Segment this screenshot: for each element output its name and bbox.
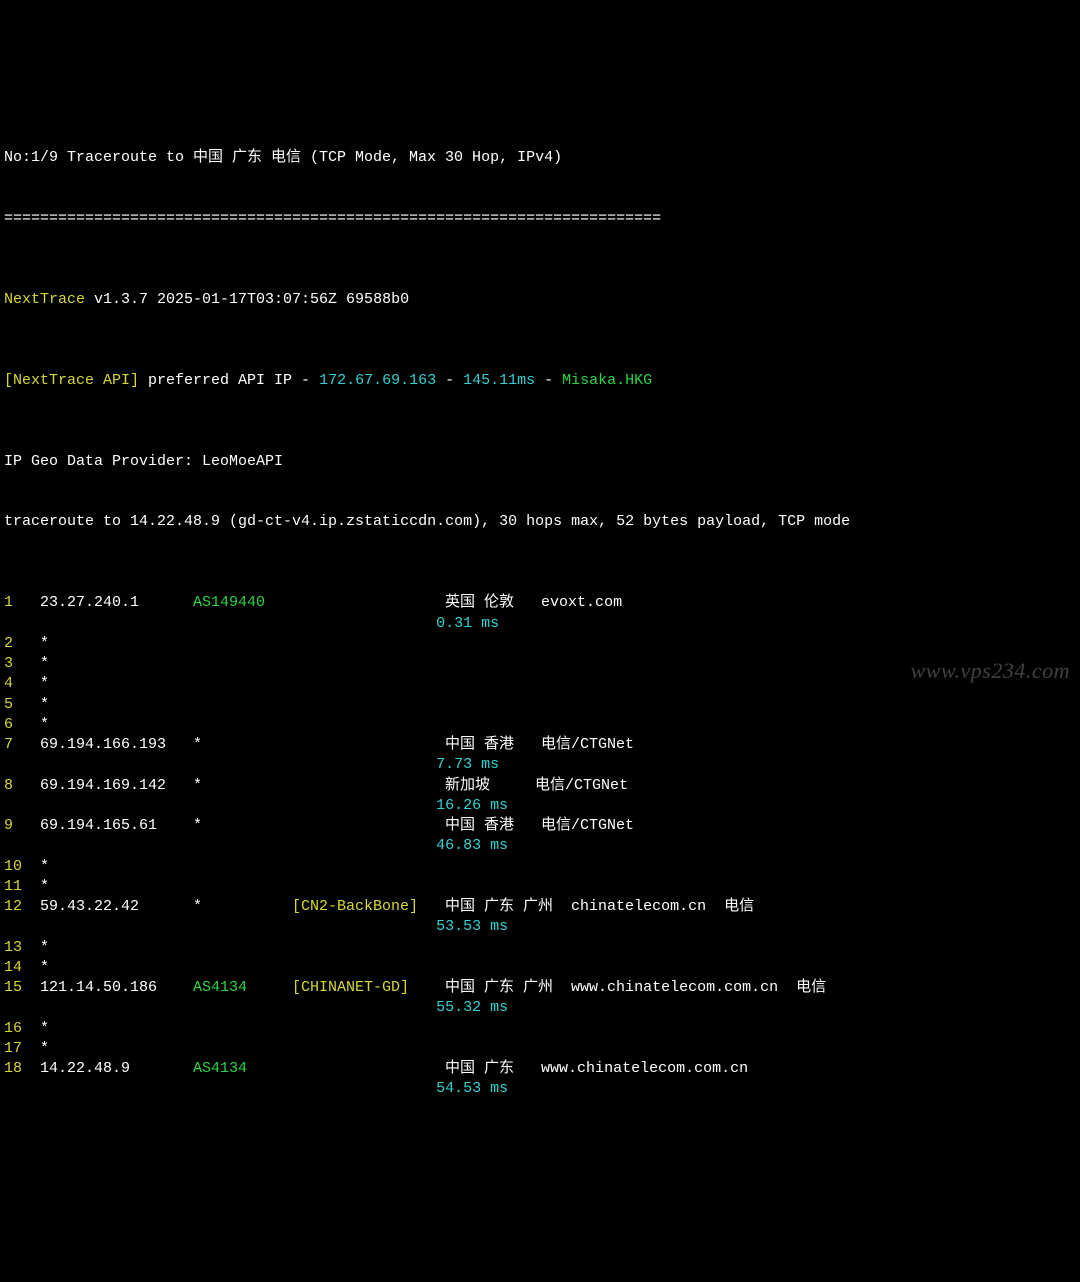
hop-asn: * [193, 776, 292, 796]
hop-row: 5* [4, 695, 1076, 715]
hop-latency: 0.31 ms [4, 614, 499, 634]
hop-number: 8 [4, 776, 40, 796]
hop-number: 16 [4, 1019, 40, 1039]
hop-number: 3 [4, 654, 40, 674]
hop-row: 2* [4, 634, 1076, 654]
api-label: [NextTrace API] [4, 372, 139, 389]
hop-latency-row: 55.32 ms [4, 998, 1076, 1018]
hop-ip: 23.27.240.1 [40, 593, 193, 613]
app-name: NextTrace [4, 291, 85, 308]
hop-row: 15121.14.50.186AS4134[CHINANET-GD]中国 广东 … [4, 978, 1076, 998]
hop-geo: 中国 香港 电信/CTGNet [445, 816, 634, 836]
api-text: preferred API IP - [139, 372, 319, 389]
hop-timeout: * [40, 675, 49, 692]
api-sep: - [436, 372, 463, 389]
api-node: Misaka.HKG [562, 372, 652, 389]
hop-ip: 69.194.165.61 [40, 816, 193, 836]
hop-asn: AS4134 [193, 1059, 292, 1079]
hop-number: 1 [4, 593, 40, 613]
hop-asn: * [193, 816, 292, 836]
hop-netname: [CN2-BackBone] [292, 897, 445, 917]
hop-timeout: * [40, 655, 49, 672]
hop-latency-row: 16.26 ms [4, 796, 1076, 816]
hop-latency-row: 53.53 ms [4, 917, 1076, 937]
hop-latency-row: 46.83 ms [4, 836, 1076, 856]
hop-asn: AS149440 [193, 593, 292, 613]
hop-number: 11 [4, 877, 40, 897]
hop-timeout: * [40, 696, 49, 713]
hop-ip: 121.14.50.186 [40, 978, 193, 998]
hop-timeout: * [40, 939, 49, 956]
version-text: v1.3.7 2025-01-17T03:07:56Z 69588b0 [85, 291, 409, 308]
watermark: www.vps234.com [911, 656, 1070, 686]
hop-geo: 英国 伦敦 evoxt.com [445, 593, 622, 613]
hop-row: 869.194.169.142* 新加坡 电信/CTGNet [4, 776, 1076, 796]
api-sep2: - [535, 372, 562, 389]
hop-number: 17 [4, 1039, 40, 1059]
hop-number: 10 [4, 857, 40, 877]
hop-latency-row: 54.53 ms [4, 1079, 1076, 1099]
hop-asn: * [193, 735, 292, 755]
header-title: No:1/9 Traceroute to 中国 广东 电信 (TCP Mode,… [4, 148, 1076, 168]
hop-ip: 69.194.169.142 [40, 776, 193, 796]
hop-ip: 69.194.166.193 [40, 735, 193, 755]
hop-timeout: * [40, 716, 49, 733]
hop-latency: 16.26 ms [4, 796, 508, 816]
hop-number: 15 [4, 978, 40, 998]
hop-geo: 中国 广东 广州 www.chinatelecom.com.cn 电信 [445, 978, 826, 998]
hop-timeout: * [40, 858, 49, 875]
hop-number: 4 [4, 674, 40, 694]
hop-geo: 中国 广东 www.chinatelecom.com.cn [445, 1059, 748, 1079]
hop-asn: * [193, 897, 292, 917]
hop-ip: 59.43.22.42 [40, 897, 193, 917]
hop-ip: 14.22.48.9 [40, 1059, 193, 1079]
hop-latency-row: 0.31 ms [4, 614, 1076, 634]
version-line: NextTrace v1.3.7 2025-01-17T03:07:56Z 69… [4, 290, 1076, 310]
api-ip: 172.67.69.163 [319, 372, 436, 389]
hop-row: 11* [4, 877, 1076, 897]
hop-geo: 中国 香港 电信/CTGNet [445, 735, 634, 755]
hop-row: 1814.22.48.9AS4134 中国 广东 www.chinatelecom… [4, 1059, 1076, 1079]
hop-number: 18 [4, 1059, 40, 1079]
hop-latency: 53.53 ms [4, 917, 508, 937]
hop-latency: 54.53 ms [4, 1079, 508, 1099]
hop-latency: 55.32 ms [4, 998, 508, 1018]
hop-latency-row: 7.73 ms [4, 755, 1076, 775]
hop-number: 5 [4, 695, 40, 715]
hop-netname: [CHINANET-GD] [292, 978, 445, 998]
hop-asn: AS4134 [193, 978, 292, 998]
traceroute-line: traceroute to 14.22.48.9 (gd-ct-v4.ip.zs… [4, 512, 1076, 532]
terminal-output: No:1/9 Traceroute to 中国 广东 电信 (TCP Mode,… [4, 87, 1076, 1140]
hop-number: 9 [4, 816, 40, 836]
provider-line: IP Geo Data Provider: LeoMoeAPI [4, 452, 1076, 472]
hop-row: 16* [4, 1019, 1076, 1039]
hop-row: 123.27.240.1AS149440 英国 伦敦 evoxt.com [4, 593, 1076, 613]
hop-latency: 7.73 ms [4, 755, 499, 775]
hop-number: 6 [4, 715, 40, 735]
api-line: [NextTrace API] preferred API IP - 172.6… [4, 371, 1076, 391]
hop-number: 12 [4, 897, 40, 917]
hop-number: 13 [4, 938, 40, 958]
hop-number: 2 [4, 634, 40, 654]
hop-row: 14* [4, 958, 1076, 978]
header-divider: ========================================… [4, 209, 1076, 229]
hop-latency: 46.83 ms [4, 836, 508, 856]
hop-row: 769.194.166.193* 中国 香港 电信/CTGNet [4, 735, 1076, 755]
api-latency: 145.11ms [463, 372, 535, 389]
hop-geo: 新加坡 电信/CTGNet [445, 776, 628, 796]
hop-number: 7 [4, 735, 40, 755]
hop-row: 10* [4, 857, 1076, 877]
hop-row: 17* [4, 1039, 1076, 1059]
hop-timeout: * [40, 635, 49, 652]
hop-geo: 中国 广东 广州 chinatelecom.cn 电信 [445, 897, 754, 917]
hop-number: 14 [4, 958, 40, 978]
hop-row: 1259.43.22.42*[CN2-BackBone]中国 广东 广州 chi… [4, 897, 1076, 917]
hop-timeout: * [40, 1020, 49, 1037]
hop-timeout: * [40, 1040, 49, 1057]
hop-timeout: * [40, 878, 49, 895]
hop-row: 969.194.165.61* 中国 香港 电信/CTGNet [4, 816, 1076, 836]
hop-row: 6* [4, 715, 1076, 735]
hop-timeout: * [40, 959, 49, 976]
hop-row: 13* [4, 938, 1076, 958]
